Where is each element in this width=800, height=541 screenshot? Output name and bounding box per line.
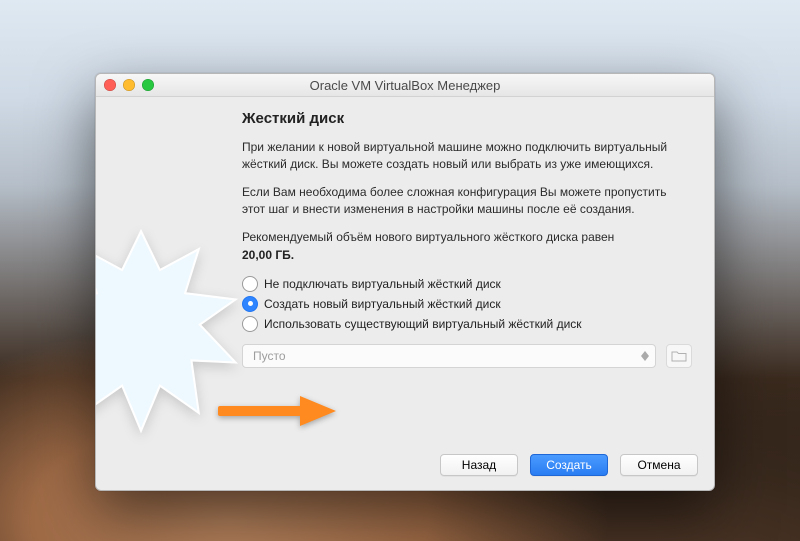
- cancel-button[interactable]: Отмена: [620, 454, 698, 476]
- radio-icon: [242, 296, 258, 312]
- virtualbox-window: Oracle VM VirtualBox Менеджер Жесткий ди…: [95, 73, 715, 491]
- window-title: Oracle VM VirtualBox Менеджер: [310, 78, 501, 93]
- option-label: Создать новый виртуальный жёсткий диск: [264, 294, 501, 314]
- existing-disk-row: Пусто: [242, 344, 692, 368]
- minimize-icon[interactable]: [123, 79, 135, 91]
- window-titlebar[interactable]: Oracle VM VirtualBox Менеджер: [96, 74, 714, 97]
- window-controls: [104, 79, 154, 91]
- close-icon[interactable]: [104, 79, 116, 91]
- back-button[interactable]: Назад: [440, 454, 518, 476]
- recommended-size-line: Рекомендуемый объём нового виртуального …: [242, 229, 692, 246]
- intro-paragraph-1: При желании к новой виртуальной машине м…: [242, 139, 692, 172]
- radio-icon: [242, 276, 258, 292]
- wizard-buttons: Назад Создать Отмена: [440, 454, 698, 476]
- intro-paragraph-2: Если Вам необходима более сложная конфиг…: [242, 184, 692, 217]
- desktop-wallpaper: Oracle VM VirtualBox Менеджер Жесткий ди…: [0, 0, 800, 541]
- create-button[interactable]: Создать: [530, 454, 608, 476]
- wizard-sidebar: [96, 96, 236, 490]
- annotation-starburst-icon: [95, 226, 246, 436]
- option-create-disk[interactable]: Создать новый виртуальный жёсткий диск: [242, 294, 692, 314]
- option-no-disk[interactable]: Не подключать виртуальный жёсткий диск: [242, 274, 692, 294]
- folder-icon: [671, 350, 687, 362]
- wizard-body: Жесткий диск При желании к новой виртуал…: [96, 96, 714, 490]
- wizard-content: Жесткий диск При желании к новой виртуал…: [236, 96, 714, 490]
- browse-disk-button: [666, 344, 692, 368]
- option-use-existing-disk[interactable]: Использовать существующий виртуальный жё…: [242, 314, 692, 334]
- radio-icon: [242, 316, 258, 332]
- recommended-size-value: 20,00 ГБ.: [242, 248, 692, 262]
- hard-disk-options: Не подключать виртуальный жёсткий диск С…: [242, 274, 692, 334]
- zoom-icon[interactable]: [142, 79, 154, 91]
- existing-disk-select: Пусто: [242, 344, 656, 368]
- select-value: Пусто: [253, 349, 286, 363]
- page-title: Жесткий диск: [242, 110, 692, 127]
- stepper-icon: [638, 347, 652, 365]
- option-label: Использовать существующий виртуальный жё…: [264, 314, 582, 334]
- option-label: Не подключать виртуальный жёсткий диск: [264, 274, 501, 294]
